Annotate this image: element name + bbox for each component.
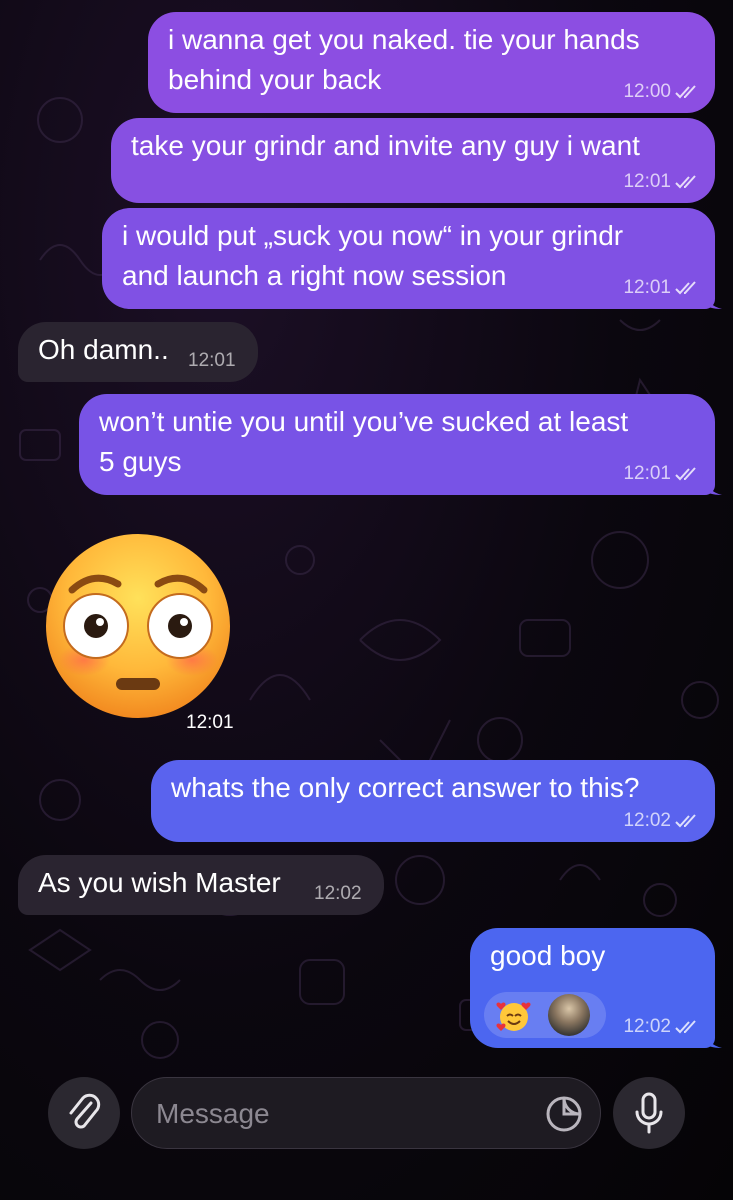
double-check-icon [675,467,696,481]
double-check-icon [675,1020,696,1034]
message-bubble-outgoing[interactable]: whats the only correct answer to this? 1… [151,760,715,842]
bubble-tail [702,475,722,495]
message-bubble-outgoing[interactable]: won’t untie you until you’ve sucked at l… [79,394,715,495]
avatar [548,994,590,1036]
microphone-button[interactable] [613,1077,685,1149]
message-bubble-incoming[interactable]: Oh damn.. 12:01 [18,322,258,382]
sticker-icon[interactable] [544,1094,584,1134]
message-meta: 12:01 [623,277,699,299]
message-meta: 12:02 [623,810,699,832]
message-text: i wanna get you naked. tie your hands be… [168,24,640,95]
message-time: 12:01 [623,277,671,298]
smiling-face-with-hearts-icon [496,1002,531,1031]
message-time: 12:02 [314,883,362,904]
bubble-tail [702,1028,722,1048]
reaction-chip[interactable] [484,992,606,1038]
double-check-icon [675,175,696,189]
double-check-icon [675,85,696,99]
message-text: i would put „suck you now“ in your grind… [122,220,624,291]
attach-button[interactable] [48,1077,120,1149]
message-meta: 12:02 [623,1016,699,1038]
message-text: whats the only correct answer to this? [171,772,640,803]
sticker-time: 12:01 [186,712,234,733]
message-bubble-incoming[interactable]: As you wish Master 12:02 [18,855,384,915]
message-time: 12:00 [623,81,671,102]
message-meta: 12:00 [623,81,699,103]
message-meta: 12:01 [623,171,699,193]
message-bubble-outgoing[interactable]: i would put „suck you now“ in your grind… [102,208,715,309]
message-bubble-outgoing[interactable]: i wanna get you naked. tie your hands be… [148,12,715,113]
message-time: 12:01 [623,463,671,484]
message-time: 12:01 [623,171,671,192]
double-check-icon [675,281,696,295]
paperclip-icon [69,1093,101,1129]
flushed-face-emoji[interactable] [44,532,232,720]
bubble-tail [702,289,722,309]
double-check-icon [675,814,696,828]
message-input[interactable] [154,1097,538,1131]
message-time: 12:01 [188,350,236,371]
message-bubble-outgoing[interactable]: take your grindr and invite any guy i wa… [111,118,715,203]
microphone-icon [635,1092,663,1134]
message-text: take your grindr and invite any guy i wa… [131,130,640,161]
message-meta: 12:01 [623,463,699,485]
message-input-container[interactable] [131,1077,601,1149]
message-composer [0,1060,733,1170]
message-time: 12:02 [623,810,671,831]
message-text: won’t untie you until you’ve sucked at l… [99,406,629,477]
message-time: 12:02 [623,1016,671,1037]
message-text: good boy [490,940,606,971]
message-bubble-outgoing[interactable]: good boy 12:02 [470,928,715,1048]
